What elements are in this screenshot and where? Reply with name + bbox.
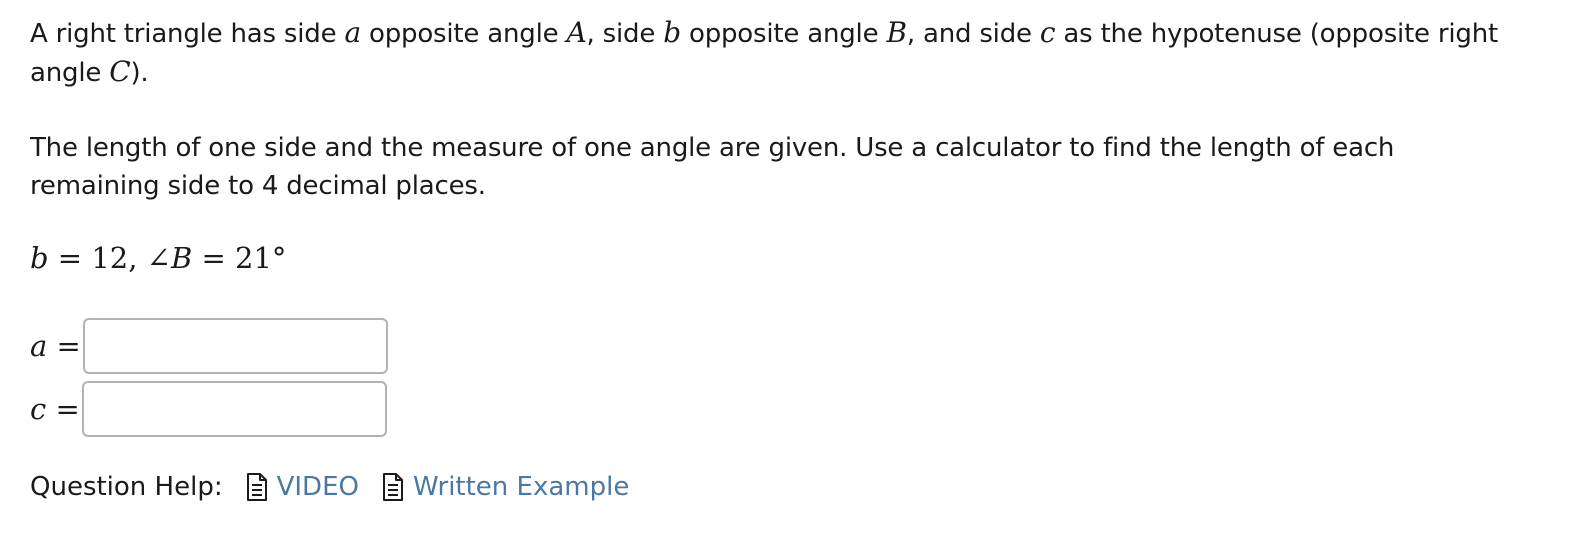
given-side-value: = 12, ∠ bbox=[48, 241, 171, 275]
given-angle-var: B bbox=[170, 241, 193, 275]
answer-input-c[interactable] bbox=[81, 381, 387, 437]
video-link-label: VIDEO bbox=[276, 472, 359, 502]
question-help-label: Question Help: bbox=[30, 472, 223, 502]
document-icon bbox=[246, 473, 267, 501]
video-link[interactable]: VIDEO bbox=[245, 468, 359, 506]
equals-sign: = bbox=[46, 392, 80, 426]
question-body: A right triangle has side a opposite ang… bbox=[30, 14, 1530, 205]
problem-intro: A right triangle has side a opposite ang… bbox=[30, 14, 1530, 92]
intro-text: opposite angle bbox=[360, 19, 567, 49]
answer-input-a[interactable] bbox=[82, 318, 388, 374]
var-a: a bbox=[344, 16, 361, 49]
written-example-link[interactable]: Written Example bbox=[381, 468, 629, 506]
intro-text: ). bbox=[130, 58, 149, 88]
var-b: b bbox=[663, 16, 681, 49]
document-icon bbox=[382, 473, 403, 501]
written-example-link-label: Written Example bbox=[412, 472, 630, 502]
answer-row-c: c = bbox=[30, 381, 387, 437]
given-side-var: b bbox=[30, 241, 49, 275]
answer-label-c: c = bbox=[30, 392, 80, 426]
given-values: b = 12, ∠B = 21° bbox=[30, 238, 286, 278]
answer-var-a: a bbox=[30, 329, 48, 363]
answer-var-c: c bbox=[30, 392, 47, 426]
intro-text: opposite angle bbox=[680, 19, 887, 49]
equals-sign: = bbox=[47, 329, 81, 363]
question-help: Question Help: VIDEO Written Example bbox=[30, 468, 651, 506]
intro-text: , and side bbox=[906, 19, 1040, 49]
var-c: c bbox=[1039, 16, 1056, 49]
answer-row-a: a = bbox=[30, 318, 388, 374]
intro-text: A right triangle has side bbox=[30, 19, 345, 49]
var-angle-b: B bbox=[886, 16, 907, 49]
var-angle-a: A bbox=[566, 16, 587, 49]
answer-label-a: a = bbox=[30, 329, 81, 363]
given-angle-value: = 21° bbox=[192, 241, 287, 275]
intro-text: , side bbox=[586, 19, 664, 49]
problem-instructions: The length of one side and the measure o… bbox=[30, 133, 1395, 201]
var-angle-c: C bbox=[109, 55, 131, 88]
